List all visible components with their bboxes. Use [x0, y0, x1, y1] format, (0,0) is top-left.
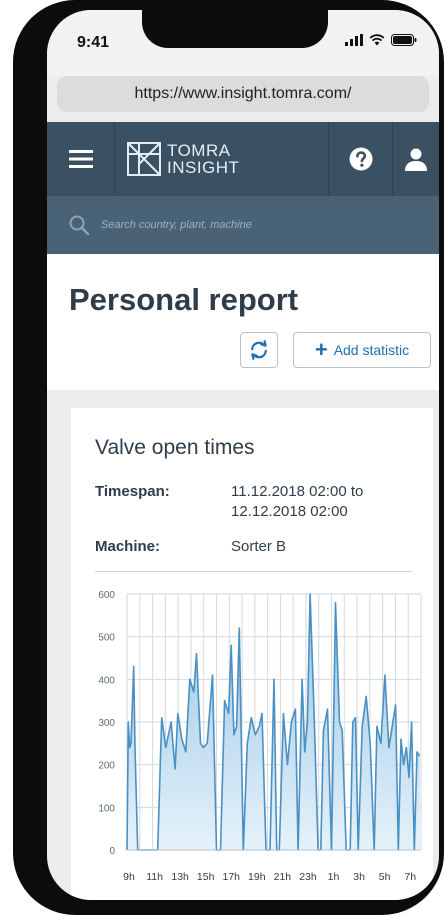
y-tick-label: 500: [98, 633, 115, 644]
user-icon: [405, 148, 427, 171]
status-time: 9:41: [77, 34, 110, 51]
app-header: TOMRA INSIGHT: [47, 122, 439, 196]
x-tick-label: 11h: [146, 871, 163, 883]
help-button[interactable]: [329, 122, 393, 196]
x-tick-label: 23h: [299, 871, 317, 883]
x-tick-label: 13h: [171, 871, 189, 883]
y-tick-label: 100: [98, 803, 115, 814]
valve-chart-svg: 0 100 200 300 400 500 600 9h 11h 13h 15h 17h 19h 21h 2…: [98, 590, 422, 883]
refresh-button[interactable]: [240, 332, 278, 368]
search-icon[interactable]: [69, 215, 89, 235]
card-title: Valve open times: [95, 436, 255, 459]
y-tick-label: 400: [98, 675, 115, 686]
search-input[interactable]: [101, 212, 421, 238]
logo-text-line1: TOMRA: [167, 141, 231, 160]
y-tick-label: 600: [98, 590, 115, 601]
status-icons: [345, 34, 417, 46]
x-tick-label: 19h: [248, 871, 266, 883]
y-tick-label: 200: [98, 761, 115, 772]
timespan-label: Timespan:: [95, 483, 170, 500]
battery-icon: [391, 34, 417, 46]
plus-icon: +: [314, 337, 328, 362]
menu-button[interactable]: [47, 122, 115, 196]
x-tick-label: 21h: [274, 871, 292, 883]
phone-frame: 9:41 https://www.insight.tomra.com/ TOMR…: [13, 0, 444, 915]
address-bar[interactable]: https://www.insight.tomra.com/: [57, 76, 429, 112]
logo-text-line2: INSIGHT: [167, 158, 240, 177]
x-tick-label: 5h: [379, 871, 391, 883]
x-tick-label: 7h: [404, 871, 416, 883]
valve-chart: 0 100 200 300 400 500 600 9h 11h 13h 15h 17h 19h 21h 2…: [71, 578, 433, 893]
signal-icon: [345, 34, 363, 46]
user-button[interactable]: [393, 122, 439, 196]
machine-label: Machine:: [95, 538, 161, 555]
x-tick-label: 17h: [222, 871, 240, 883]
hamburger-icon: [68, 150, 93, 168]
wifi-icon: [369, 34, 385, 46]
add-statistic-button[interactable]: + Add statistic: [293, 332, 431, 368]
tomra-logo[interactable]: TOMRA INSIGHT: [115, 122, 329, 196]
statistic-card: Valve open times Timespan: 11.12.2018 02…: [71, 408, 433, 900]
tomra-logo-icon: [127, 142, 161, 176]
y-tick-label: 0: [109, 846, 115, 857]
add-statistic-label: Add statistic: [333, 342, 410, 358]
page-header-area: [47, 254, 439, 390]
y-tick-label: 300: [98, 718, 115, 729]
machine-value: Sorter B: [231, 538, 287, 555]
logo-text: TOMRA INSIGHT: [167, 142, 239, 176]
x-tick-label: 9h: [123, 871, 135, 883]
phone-screen: 9:41 https://www.insight.tomra.com/ TOMR…: [47, 10, 439, 900]
x-tick-label: 1h: [328, 871, 340, 883]
card-divider: [95, 571, 413, 572]
x-tick-label: 15h: [197, 871, 215, 883]
search-bar: [47, 196, 439, 254]
timespan-value: 11.12.2018 02:00 to 12.12.2018 02:00: [231, 483, 364, 520]
refresh-icon: [251, 340, 267, 360]
page-title: Personal report: [69, 282, 299, 317]
x-tick-label: 3h: [353, 871, 365, 883]
phone-notch: [142, 10, 328, 48]
help-icon: [349, 147, 372, 171]
